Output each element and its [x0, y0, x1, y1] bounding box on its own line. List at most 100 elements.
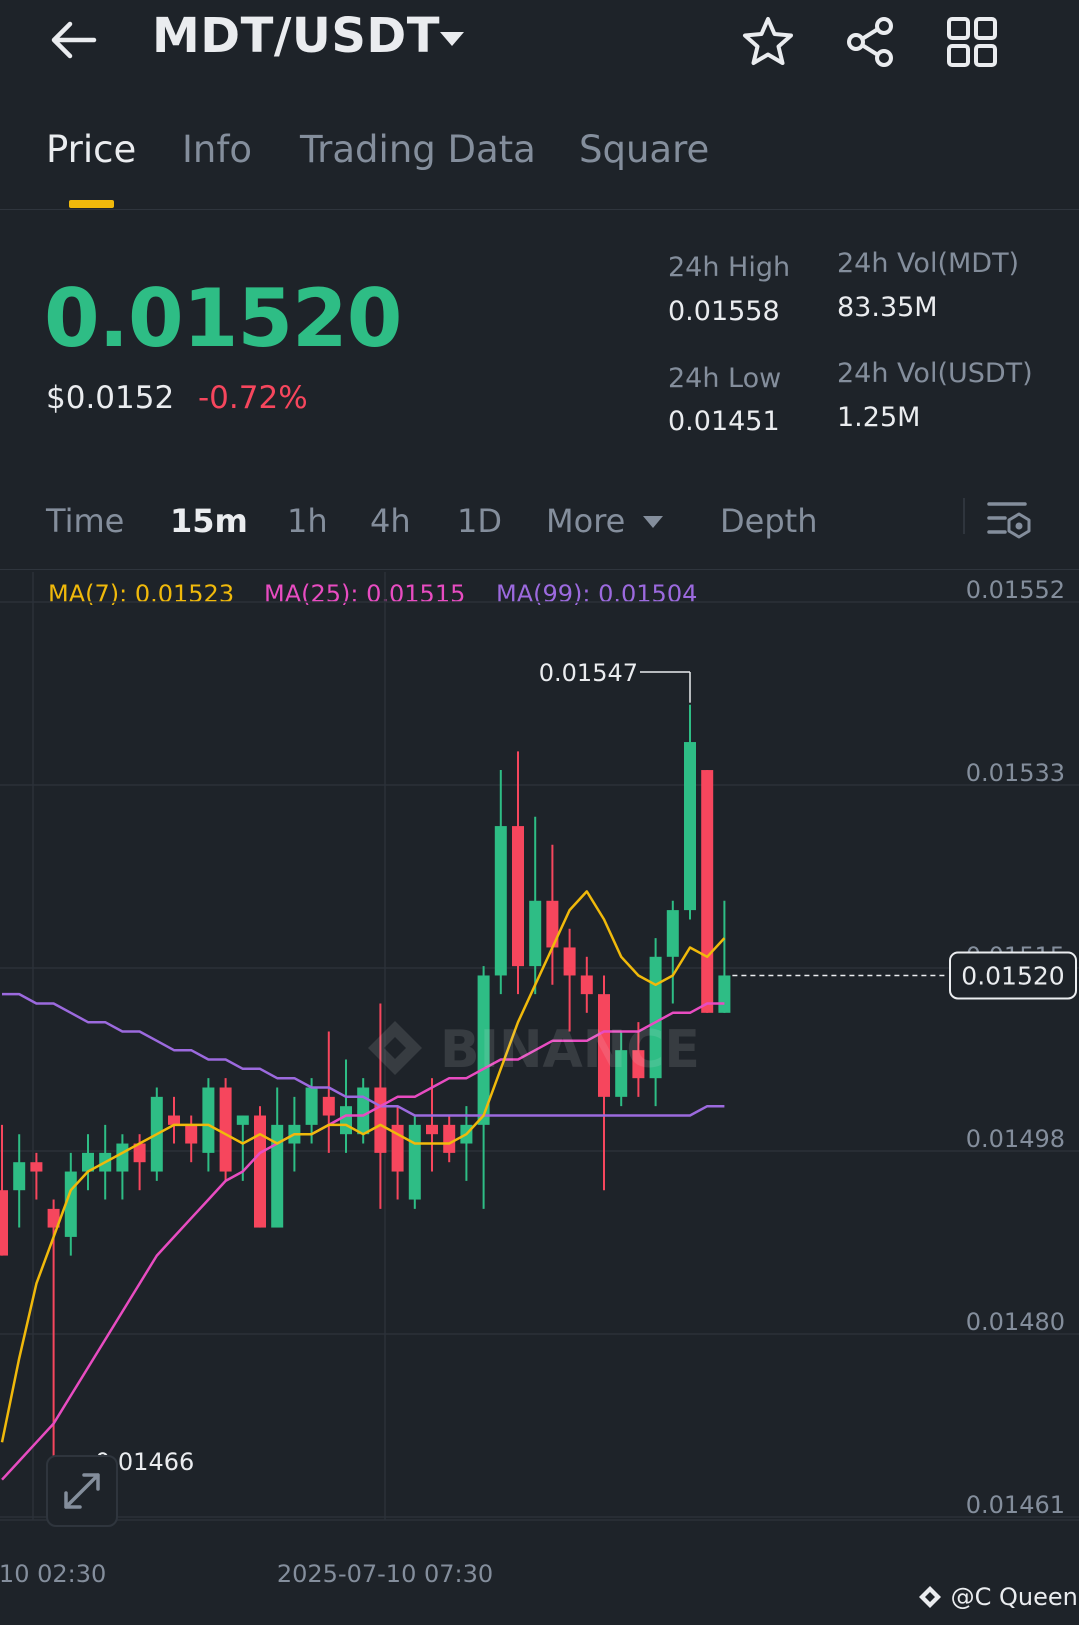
candle — [185, 1115, 198, 1163]
tab-bar: Price Info Trading Data Square — [0, 120, 1079, 210]
high-label: 24h High — [668, 252, 791, 283]
candle-body — [408, 1124, 421, 1200]
candle-body — [426, 1124, 438, 1135]
low-value: 0.01451 — [668, 406, 780, 437]
tab-info[interactable]: Info — [182, 128, 252, 171]
candle — [271, 1087, 284, 1228]
y-tick-label: 0.01461 — [966, 1491, 1065, 1519]
caret-down-icon[interactable] — [437, 28, 467, 50]
star-icon[interactable] — [740, 14, 796, 70]
candle — [30, 1152, 43, 1200]
candle — [512, 751, 524, 995]
watermark-text: BINANCE — [440, 1020, 700, 1080]
candle — [408, 1115, 421, 1209]
candle — [494, 770, 507, 995]
x-tick-label: 2025-07-10 07:30 — [277, 1560, 493, 1588]
vol-quote-value: 1.25M — [837, 402, 921, 433]
candle-body — [374, 1087, 387, 1153]
pair-title[interactable]: MDT/USDT — [152, 8, 440, 64]
watermark-credit: @C Queen — [917, 1583, 1078, 1611]
interval-time[interactable]: Time — [46, 502, 124, 540]
back-arrow-icon[interactable] — [48, 18, 98, 62]
caret-down-icon[interactable] — [641, 514, 665, 530]
candle-body — [684, 742, 696, 911]
interval-1h[interactable]: 1h — [287, 502, 328, 540]
vol-base-value: 83.35M — [837, 292, 938, 323]
candle — [426, 1078, 438, 1172]
candle-body — [305, 1087, 318, 1125]
y-tick-label: 0.01552 — [966, 576, 1065, 604]
candle — [477, 966, 490, 1209]
candle — [340, 1059, 352, 1153]
candle-body — [185, 1124, 198, 1144]
candle — [391, 1106, 404, 1200]
max-price-label: 0.01547 — [539, 659, 638, 687]
candle — [219, 1078, 232, 1181]
candle-body — [236, 1115, 249, 1125]
candle-body — [701, 770, 714, 1013]
share-icon[interactable] — [842, 14, 898, 70]
candle — [718, 900, 731, 1013]
candle — [580, 956, 593, 1013]
y-tick-label: 0.01498 — [966, 1125, 1065, 1153]
candle — [460, 1106, 473, 1181]
candle — [116, 1134, 129, 1200]
header: MDT/USDT — [0, 0, 1079, 90]
high-value: 0.01558 — [668, 296, 780, 327]
tab-square[interactable]: Square — [579, 128, 709, 171]
interval-depth[interactable]: Depth — [720, 502, 817, 540]
y-tick-label: 0.01480 — [966, 1308, 1065, 1336]
interval-15m[interactable]: 15m — [170, 502, 248, 540]
candle-body — [13, 1162, 26, 1191]
candle — [13, 1134, 26, 1228]
candle — [666, 900, 679, 1004]
interval-more[interactable]: More — [546, 502, 625, 540]
candle — [168, 1096, 180, 1144]
price-change-percent: -0.72% — [198, 380, 308, 416]
ma-lines — [0, 890, 726, 1481]
divider — [963, 498, 965, 534]
candle-body — [357, 1087, 370, 1135]
expand-chart-button[interactable] — [46, 1455, 118, 1527]
candle-body — [529, 900, 542, 967]
candle-body — [443, 1124, 456, 1153]
binance-logo-icon — [919, 1586, 941, 1608]
chart-settings-icon[interactable] — [985, 498, 1031, 542]
candle-body — [0, 1190, 8, 1256]
candle — [684, 704, 696, 920]
interval-1d[interactable]: 1D — [457, 502, 502, 540]
candle-body — [219, 1087, 232, 1172]
candlestick-chart[interactable]: 0.015520.015330.015150.014980.014800.014… — [0, 572, 1079, 1622]
candle — [0, 1124, 8, 1256]
tab-price[interactable]: Price — [46, 128, 136, 171]
candle-body — [168, 1115, 180, 1125]
candle — [443, 1115, 456, 1163]
candle — [82, 1134, 94, 1191]
vol-quote-label: 24h Vol(USDT) — [837, 358, 1033, 389]
candle-body — [718, 975, 731, 1013]
candle-body — [322, 1096, 335, 1116]
last-price: 0.01520 — [44, 272, 402, 365]
candle-body — [512, 826, 524, 967]
tab-trading-data[interactable]: Trading Data — [300, 128, 536, 171]
fiat-price: $0.0152 — [46, 380, 175, 416]
candle — [254, 1106, 266, 1228]
candle-body — [580, 975, 593, 995]
y-axis: 0.015520.015330.015150.014980.014800.014… — [966, 576, 1065, 1519]
interval-bar: Time 15m 1h 4h 1D More Depth — [0, 490, 1079, 570]
candle-body — [666, 910, 679, 957]
candle — [701, 770, 714, 1013]
interval-4h[interactable]: 4h — [370, 502, 411, 540]
current-price-tag-text: 0.01520 — [961, 961, 1064, 990]
credit-text: @C Queen — [950, 1583, 1078, 1611]
binance-watermark: BINANCE — [368, 1020, 700, 1080]
candle — [546, 844, 559, 985]
x-tick-label: 07-10 02:30 — [0, 1560, 106, 1588]
candle-body — [563, 947, 576, 976]
grid-icon[interactable] — [944, 14, 1000, 70]
low-label: 24h Low — [668, 363, 782, 394]
active-tab-indicator — [69, 200, 114, 208]
candle-body — [116, 1143, 129, 1172]
expand-icon — [64, 1473, 100, 1509]
candle-body — [254, 1115, 266, 1228]
